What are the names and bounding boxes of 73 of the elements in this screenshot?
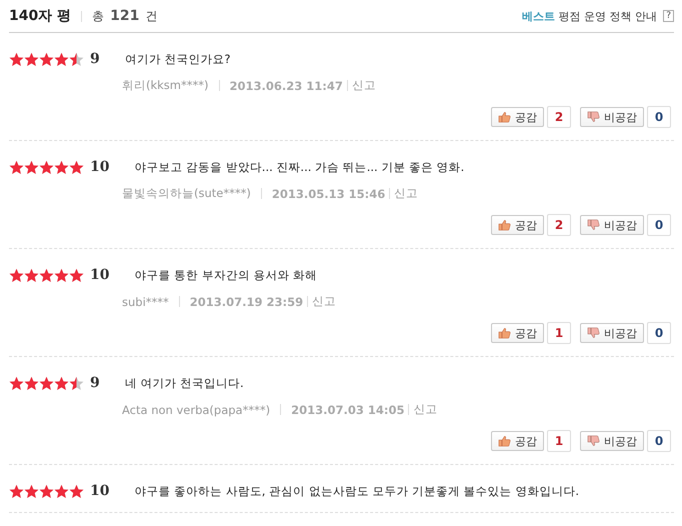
thumbs-up-icon	[498, 327, 511, 339]
dislike-button[interactable]: 비공감	[580, 215, 644, 235]
score: 10	[90, 267, 110, 283]
dislike-button[interactable]: 비공감	[580, 323, 644, 343]
star-icon	[39, 52, 54, 66]
star-icon	[24, 52, 39, 66]
thumbs-up-icon	[498, 111, 511, 123]
review-text: 여기가 천국인가요?	[124, 52, 231, 66]
star-icon	[9, 376, 24, 390]
review-date: 2013.07.19 23:59	[190, 294, 304, 308]
star-icon	[69, 52, 84, 66]
star-icon	[9, 484, 24, 498]
like-button[interactable]: 공감	[491, 107, 544, 127]
like-count: 2	[547, 214, 571, 236]
thumbs-up-icon	[498, 435, 511, 447]
dislike-count: 0	[647, 322, 671, 344]
star-icon	[24, 160, 39, 174]
star-icon	[39, 268, 54, 282]
star-icon	[54, 52, 69, 66]
thumbs-down-icon	[587, 111, 600, 123]
thumbs-down-icon	[587, 219, 600, 231]
score: 9	[90, 375, 100, 391]
star-icon	[24, 268, 39, 282]
star-icon	[24, 376, 39, 390]
star-icon	[39, 484, 54, 498]
review-text: 야구보고 감동을 받았다... 진짜... 가슴 뛰는... 기분 좋은 영화.	[134, 160, 464, 174]
author-name: 휘리(kksm****)	[122, 78, 208, 93]
thumbs-up-icon	[498, 219, 511, 231]
star-icon	[54, 160, 69, 174]
star-icon	[9, 52, 24, 66]
thumbs-down-icon	[587, 327, 600, 339]
star-icon	[54, 268, 69, 282]
like-button[interactable]: 공감	[491, 431, 544, 451]
star-icon	[54, 376, 69, 390]
section-title: 140자 평	[9, 7, 72, 25]
score: 9	[90, 51, 100, 67]
score: 10	[90, 159, 110, 175]
star-icon	[69, 484, 84, 498]
dislike-button[interactable]: 비공감	[580, 431, 644, 451]
star-icon	[69, 376, 84, 390]
star-icon	[69, 268, 84, 282]
star-icon	[69, 160, 84, 174]
like-count: 2	[547, 106, 571, 128]
thumbs-down-icon	[587, 435, 600, 447]
dislike-button[interactable]: 비공감	[580, 107, 644, 127]
star-icon	[24, 484, 39, 498]
author-name: Acta non verba(papa****)	[122, 402, 270, 416]
like-count: 1	[547, 322, 571, 344]
star-icon	[9, 268, 24, 282]
like-button[interactable]: 공감	[491, 323, 544, 343]
dislike-count: 0	[647, 106, 671, 128]
dislike-count: 0	[647, 214, 671, 236]
total-label: 총	[92, 8, 104, 24]
star-icon	[39, 376, 54, 390]
like-button[interactable]: 공감	[491, 215, 544, 235]
review-text: 야구를 통한 부자간의 용서와 화해	[134, 268, 318, 282]
star-icon	[54, 484, 69, 498]
review-text: 네 여기가 천국입니다.	[124, 376, 244, 390]
dislike-count: 0	[647, 430, 671, 452]
total-count: 121	[110, 8, 140, 24]
like-count: 1	[547, 430, 571, 452]
star-icon	[39, 160, 54, 174]
star-icon	[9, 160, 24, 174]
total-unit: 건	[145, 8, 158, 24]
policy-link[interactable]: 베스트 평점 운영 정책 안내	[522, 8, 658, 24]
help-button[interactable]: ?	[663, 10, 674, 22]
review-text: 야구를 좋아하는 사람도, 관심이 없는사람도 모두가 기분좋게 볼수있는 영화입니다.	[134, 484, 580, 498]
review-date: 2013.05.13 15:46	[272, 186, 386, 200]
review-date: 2013.07.03 14:05	[291, 402, 404, 416]
author-name: subi****	[122, 294, 169, 308]
score: 10	[90, 483, 110, 499]
author-name: 물빛속의하늘(sute****)	[122, 186, 251, 201]
review-date: 2013.06.23 11:47	[230, 78, 343, 92]
